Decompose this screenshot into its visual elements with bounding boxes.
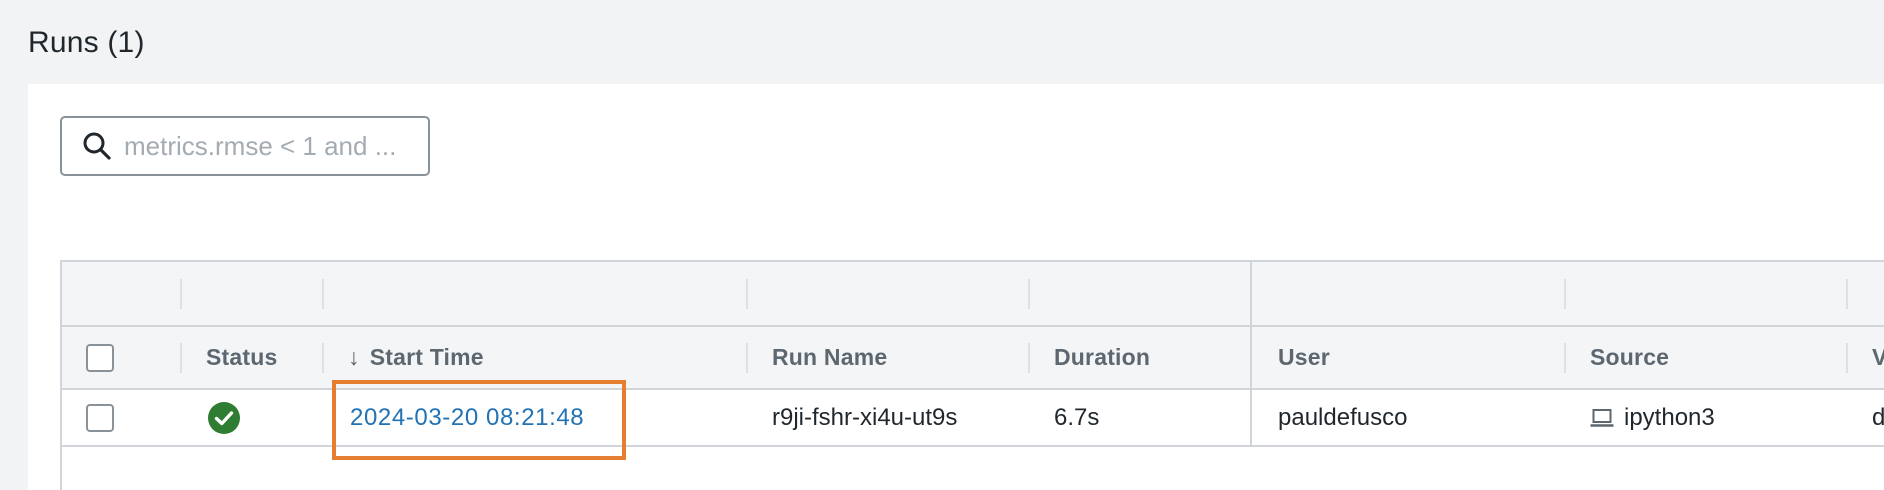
column-header-duration[interactable]: Duration (1054, 327, 1150, 388)
table-header-row: Status ↓ Start Time Run Name Duration Us… (62, 327, 1884, 390)
column-separator[interactable] (180, 342, 182, 373)
source-label: ipython3 (1624, 403, 1715, 431)
sort-desc-icon: ↓ (348, 344, 360, 370)
run-start-time-link[interactable]: 2024-03-20 08:21:48 (350, 404, 584, 432)
search-input[interactable] (124, 130, 414, 162)
column-separator[interactable] (1028, 342, 1030, 373)
runs-panel: Status ↓ Start Time Run Name Duration Us… (28, 84, 1884, 490)
column-header-status[interactable]: Status (206, 327, 278, 388)
column-separator (180, 278, 182, 309)
select-all-checkbox[interactable] (86, 343, 114, 372)
column-separator (746, 278, 748, 309)
column-header-run-name[interactable]: Run Name (772, 327, 887, 388)
duration-cell: 6.7s (1054, 403, 1100, 431)
page-title: Runs (1) (28, 26, 145, 59)
column-header-start-time[interactable]: ↓ Start Time (348, 327, 484, 388)
column-separator[interactable] (322, 342, 324, 373)
column-header-user[interactable]: User (1278, 327, 1330, 388)
column-separator (1564, 278, 1566, 309)
row-checkbox-cell (86, 390, 114, 445)
laptop-icon (1590, 408, 1614, 427)
start-time-cell: 2024-03-20 08:21:48 (350, 390, 584, 445)
user-cell: pauldefusco (1278, 403, 1408, 431)
column-separator[interactable] (1564, 342, 1566, 373)
column-separator[interactable] (1846, 342, 1848, 373)
source-cell: ipython3 (1590, 390, 1715, 445)
runs-table: Status ↓ Start Time Run Name Duration Us… (60, 260, 1884, 490)
column-header-version[interactable]: Ver (1872, 327, 1884, 388)
runs-page: Runs (1) metrics.rmse < 1 and ... Status… (0, 0, 1884, 490)
run-name-cell: r9ji-fshr-xi4u-ut9s (772, 403, 958, 431)
check-circle-icon (208, 401, 240, 434)
column-separator[interactable] (746, 342, 748, 373)
status-cell (208, 390, 240, 445)
version-cell: ddc (1872, 403, 1884, 431)
table-group-header (62, 262, 1884, 327)
column-separator (1846, 278, 1848, 309)
column-separator (322, 278, 324, 309)
column-header-source[interactable]: Source (1590, 327, 1669, 388)
header-checkbox-cell (86, 327, 114, 388)
column-group-divider (1250, 262, 1252, 447)
column-separator (1028, 278, 1030, 309)
row-select-checkbox[interactable] (86, 403, 114, 432)
search-icon (80, 129, 114, 163)
search-box[interactable] (60, 116, 430, 176)
column-header-start-time-label: Start Time (369, 344, 484, 370)
table-row: 2024-03-20 08:21:48 r9ji-fshr-xi4u-ut9s … (62, 390, 1884, 447)
